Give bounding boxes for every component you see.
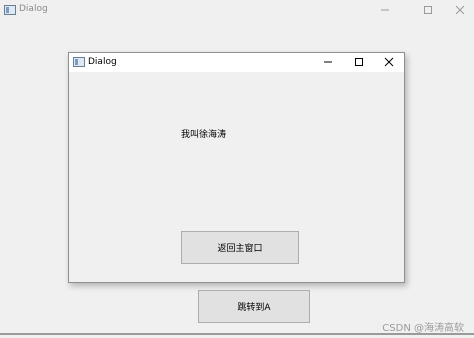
maximize-icon[interactable] <box>349 54 369 70</box>
outer-titlebar[interactable]: Dialog <box>0 0 474 22</box>
close-icon[interactable] <box>450 2 470 18</box>
app-window-icon <box>73 57 85 67</box>
dialog-titlebar[interactable]: Dialog <box>69 53 404 72</box>
maximize-icon[interactable] <box>418 2 438 18</box>
minimize-icon[interactable] <box>375 2 395 18</box>
name-label: 我叫徐海涛 <box>181 130 227 140</box>
watermark-text: CSDN @海涛高软 <box>382 323 464 334</box>
app-window-icon <box>4 5 16 15</box>
dialog-window: Dialog 我叫徐海涛 返回主窗口 <box>68 52 405 283</box>
dialog-title: Dialog <box>88 57 117 67</box>
minimize-icon[interactable] <box>318 54 338 70</box>
close-icon[interactable] <box>379 54 399 70</box>
return-main-window-button[interactable]: 返回主窗口 <box>181 231 299 264</box>
outer-window-title: Dialog <box>19 4 48 14</box>
jump-to-a-button[interactable]: 跳转到A <box>198 290 310 323</box>
